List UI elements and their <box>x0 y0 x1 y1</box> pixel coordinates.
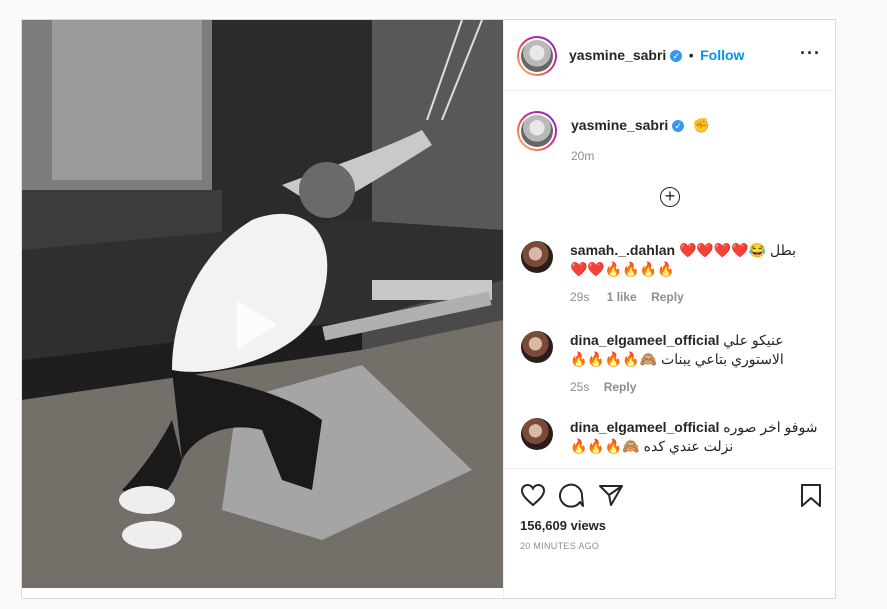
comment-likes[interactable]: 1 like <box>607 290 637 304</box>
plus-circle-icon[interactable]: + <box>660 187 680 207</box>
post-header: yasmine_sabri ✓ • Follow ··· <box>504 20 835 91</box>
commenter-avatar[interactable] <box>521 331 553 363</box>
commenter-username[interactable]: samah._.dahlan <box>570 242 675 258</box>
verified-badge-icon: ✓ <box>672 119 685 132</box>
caption: yasmine_sabri ✓ ✊ <box>571 117 710 135</box>
comment-text: عنيكو علي <box>723 332 784 348</box>
post-sidebar: yasmine_sabri ✓ • Follow ··· yasmine_sabr… <box>503 20 835 598</box>
comment-item: samah._.dahlan بطل 😂❤️❤️❤️❤️ ❤️❤️🔥🔥🔥🔥 29… <box>521 241 821 311</box>
bookmark-icon[interactable] <box>800 483 822 508</box>
video-frame <box>22 20 503 588</box>
post-timestamp: 20 MINUTES AGO <box>520 541 600 551</box>
author-avatar[interactable] <box>517 36 557 76</box>
comment-time: 29s <box>570 290 590 304</box>
comment-time: 25s <box>570 380 590 394</box>
reply-button[interactable]: Reply <box>651 290 684 304</box>
comment-text-continued: ❤️❤️🔥🔥🔥🔥 <box>570 261 675 277</box>
commenter-avatar[interactable] <box>521 241 553 273</box>
view-count[interactable]: 156,609 views <box>520 518 606 533</box>
follow-button[interactable]: Follow <box>700 47 744 63</box>
action-bar: 156,609 views 20 MINUTES AGO <box>504 468 835 609</box>
comment-text: شوفو اخر صوره <box>723 419 818 435</box>
caption-avatar[interactable] <box>517 111 557 151</box>
caption-text: ✊ <box>692 117 711 133</box>
commenter-username[interactable]: dina_elgameel_official <box>570 419 719 435</box>
more-options-icon[interactable]: ··· <box>800 44 821 62</box>
post-video[interactable] <box>22 20 503 588</box>
caption-username[interactable]: yasmine_sabri <box>571 117 668 133</box>
heart-icon[interactable] <box>520 483 546 507</box>
author-username[interactable]: yasmine_sabri <box>569 47 666 63</box>
reply-button[interactable]: Reply <box>604 380 637 394</box>
commenter-avatar[interactable] <box>521 418 553 450</box>
comment-text-continued: الاستوري بتاعي يبنات 🙈🔥🔥🔥🔥 <box>570 351 784 367</box>
post-card: yasmine_sabri ✓ • Follow ··· yasmine_sabr… <box>21 19 836 599</box>
comment-item: dina_elgameel_official شوفو اخر صوره نزل… <box>521 418 821 468</box>
paper-plane-icon[interactable] <box>598 483 624 507</box>
comment-icon[interactable] <box>559 483 585 508</box>
commenter-username[interactable]: dina_elgameel_official <box>570 332 719 348</box>
comment-item: dina_elgameel_official عنيكو علي الاستور… <box>521 331 821 401</box>
caption-time: 20m <box>571 149 595 163</box>
comment-text: بطل 😂❤️❤️❤️❤️ <box>678 242 796 258</box>
verified-badge-icon: ✓ <box>670 49 683 62</box>
separator-dot: • <box>688 47 694 63</box>
comment-text-continued: نزلت عندي كده 🙈🔥🔥🔥 <box>570 438 734 454</box>
